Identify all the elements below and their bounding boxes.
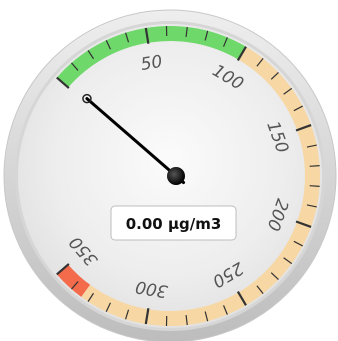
value-display: 0.00 µg/m3 [110, 205, 237, 241]
value-text: 0.00 µg/m3 [126, 215, 222, 233]
gauge-minor-tick [309, 165, 320, 167]
gauge-minor-tick [309, 185, 320, 187]
gauge-chart: 50 100 150 200 250 300 350 0.00 µg/m3 [0, 0, 338, 341]
needle-cap [167, 167, 185, 185]
gauge-tick-label: 50 [139, 52, 164, 75]
gauge-svg: 50 100150200250300350 0.00 µg/m3 [3, 9, 337, 341]
